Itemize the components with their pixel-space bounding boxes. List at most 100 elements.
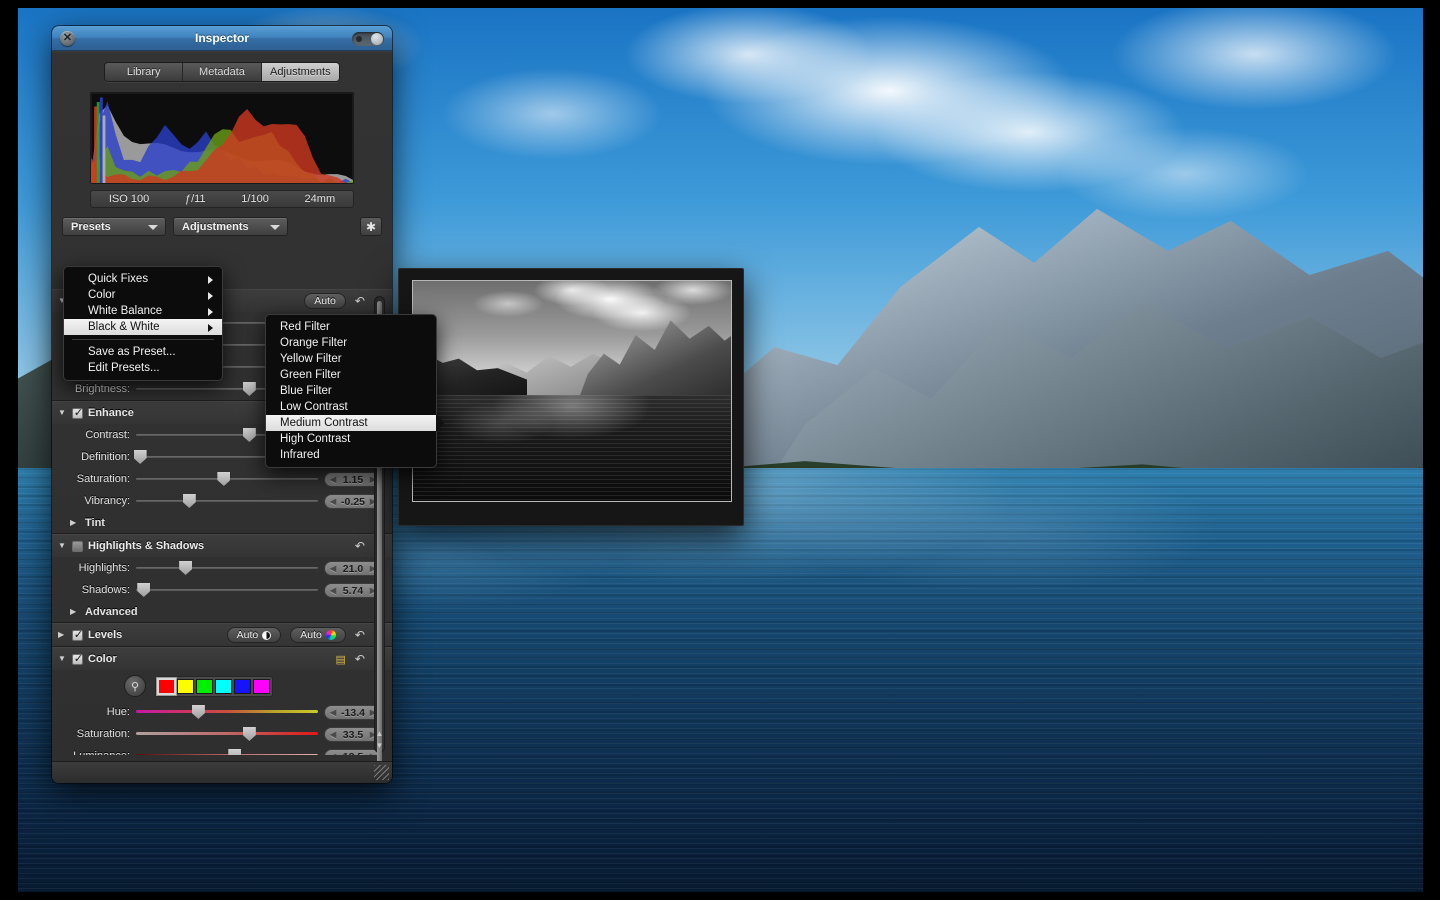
hue-slider[interactable] xyxy=(136,705,318,719)
section-color-checkbox[interactable] xyxy=(72,654,83,665)
eyedropper-icon[interactable]: ⚲ xyxy=(124,675,146,697)
luminance-slider[interactable] xyxy=(136,749,318,755)
disclosure-triangle-icon[interactable]: ▶ xyxy=(58,631,67,639)
gear-icon[interactable]: ✱ xyxy=(360,217,382,236)
levels-auto-color-button[interactable]: Auto xyxy=(290,627,346,643)
section-levels-checkbox[interactable] xyxy=(72,630,83,641)
slider-knob[interactable] xyxy=(183,494,196,508)
scroll-up-arrow-icon[interactable]: ▲ xyxy=(375,729,384,738)
disclosure-triangle-icon[interactable]: ▼ xyxy=(58,655,67,663)
menu-item-orange-filter[interactable]: Orange Filter xyxy=(266,335,436,351)
color-saturation-slider[interactable] xyxy=(136,727,318,741)
slider-knob[interactable] xyxy=(243,428,256,442)
menu-item-high-contrast[interactable]: High Contrast xyxy=(266,431,436,447)
menu-item-medium-contrast[interactable]: Medium Contrast xyxy=(266,415,436,431)
subsection-tint[interactable]: ▶ Tint xyxy=(52,512,392,533)
swatch-magenta[interactable] xyxy=(253,679,270,694)
reset-arrow-icon[interactable]: ↶ xyxy=(355,628,365,642)
stepper-left-arrow-icon[interactable]: ◀ xyxy=(330,498,336,506)
section-enhance-checkbox[interactable] xyxy=(72,408,83,419)
disclosure-triangle-icon[interactable]: ▼ xyxy=(58,409,67,417)
levels-auto-luminance-button[interactable]: Auto xyxy=(227,627,282,643)
tab-adjustments[interactable]: Adjustments xyxy=(262,63,339,81)
slider-knob[interactable] xyxy=(243,727,256,741)
menu-item-black-and-white[interactable]: Black & White xyxy=(64,319,222,335)
menu-item-yellow-filter[interactable]: Yellow Filter xyxy=(266,351,436,367)
exif-shutter: 1/100 xyxy=(241,193,269,205)
tab-metadata[interactable]: Metadata xyxy=(183,63,261,81)
menu-item-white-balance[interactable]: White Balance xyxy=(64,303,222,319)
menu-item-red-filter[interactable]: Red Filter xyxy=(266,319,436,335)
section-levels-header[interactable]: ▶ Levels Auto Auto ↶ xyxy=(52,624,392,646)
menu-item-color[interactable]: Color xyxy=(64,287,222,303)
panel-toggle-switch[interactable] xyxy=(352,32,384,46)
highlights-slider[interactable] xyxy=(136,561,318,575)
swatch-cyan[interactable] xyxy=(215,679,232,694)
swatch-yellow[interactable] xyxy=(177,679,194,694)
resize-grip[interactable] xyxy=(374,765,389,780)
stepper-left-arrow-icon[interactable]: ◀ xyxy=(330,565,336,573)
menu-item-label: Color xyxy=(88,289,115,301)
presets-dropdown[interactable]: Presets xyxy=(62,217,166,236)
menu-item-green-filter[interactable]: Green Filter xyxy=(266,367,436,383)
swatch-green[interactable] xyxy=(196,679,213,694)
stepper-left-arrow-icon[interactable]: ◀ xyxy=(330,753,336,756)
slider-knob[interactable] xyxy=(192,705,205,719)
disclosure-triangle-icon[interactable]: ▶ xyxy=(70,519,79,527)
inspector-window: ✕ Inspector Library Metadata Adjustments… xyxy=(52,26,392,783)
reset-arrow-icon[interactable]: ↶ xyxy=(355,294,365,308)
slider-knob[interactable] xyxy=(134,450,147,464)
slider-knob[interactable] xyxy=(137,583,150,597)
stepper-left-arrow-icon[interactable]: ◀ xyxy=(330,709,336,717)
list-view-icon[interactable]: ▤ xyxy=(335,653,345,666)
menu-item-save-as-preset[interactable]: Save as Preset... xyxy=(64,344,222,360)
window-bottom-bar xyxy=(52,761,392,783)
section-highlights-shadows-header[interactable]: ▼ Highlights & Shadows ↶ ✱ xyxy=(52,535,392,557)
luminance-value-field[interactable]: ◀ 12.5 ▶ xyxy=(324,749,382,756)
section-highlights-shadows-checkbox[interactable] xyxy=(72,541,83,552)
menu-item-quick-fixes[interactable]: Quick Fixes xyxy=(64,271,222,287)
window-title: Inspector xyxy=(52,26,392,51)
disclosure-triangle-icon[interactable]: ▼ xyxy=(58,542,67,550)
histogram-clip-spike xyxy=(100,98,103,184)
swatch-red[interactable] xyxy=(158,679,175,694)
section-levels-title: Levels xyxy=(88,629,122,641)
saturation-gradient xyxy=(136,732,318,735)
adjustments-dropdown[interactable]: Adjustments xyxy=(173,217,288,236)
stepper-left-arrow-icon[interactable]: ◀ xyxy=(330,731,336,739)
menu-item-low-contrast[interactable]: Low Contrast xyxy=(266,399,436,415)
row-definition-label: Definition: xyxy=(58,451,130,463)
close-icon[interactable]: ✕ xyxy=(60,31,75,46)
black-and-white-preview-thumbnail xyxy=(398,268,744,526)
menu-item-edit-presets[interactable]: Edit Presets... xyxy=(64,360,222,376)
menu-item-infrared[interactable]: Infrared xyxy=(266,447,436,463)
slider-knob[interactable] xyxy=(243,382,256,396)
menu-item-label: Medium Contrast xyxy=(280,417,368,429)
chevron-down-icon xyxy=(148,225,158,230)
stepper-left-arrow-icon[interactable]: ◀ xyxy=(330,476,336,484)
stepper-right-arrow-icon[interactable]: ▶ xyxy=(370,753,376,756)
reset-arrow-icon[interactable]: ↶ xyxy=(355,652,365,666)
slider-knob[interactable] xyxy=(179,561,192,575)
menu-item-label: Quick Fixes xyxy=(88,273,148,285)
exposure-auto-button[interactable]: Auto xyxy=(304,293,346,309)
shadows-slider[interactable] xyxy=(136,583,318,597)
section-color-header[interactable]: ▼ Color ▤ ↶ ✱ xyxy=(52,648,392,670)
menu-item-label: Edit Presets... xyxy=(88,362,160,374)
scroll-down-arrow-icon[interactable]: ▼ xyxy=(375,741,384,750)
row-shadows-label: Shadows: xyxy=(58,584,130,596)
window-titlebar[interactable]: ✕ Inspector xyxy=(52,26,392,51)
stepper-left-arrow-icon[interactable]: ◀ xyxy=(330,587,336,595)
menu-item-blue-filter[interactable]: Blue Filter xyxy=(266,383,436,399)
slider-knob[interactable] xyxy=(217,472,230,486)
saturation-slider[interactable] xyxy=(136,472,318,486)
tab-library[interactable]: Library xyxy=(105,63,183,81)
section-color-title: Color xyxy=(88,653,117,665)
slider-knob[interactable] xyxy=(228,749,241,755)
swatch-blue[interactable] xyxy=(234,679,251,694)
subsection-advanced[interactable]: ▶ Advanced xyxy=(52,601,392,622)
row-luminance-label: Luminance: xyxy=(58,750,130,755)
reset-arrow-icon[interactable]: ↶ xyxy=(355,539,365,553)
vibrancy-slider[interactable] xyxy=(136,494,318,508)
disclosure-triangle-icon[interactable]: ▶ xyxy=(70,608,79,616)
